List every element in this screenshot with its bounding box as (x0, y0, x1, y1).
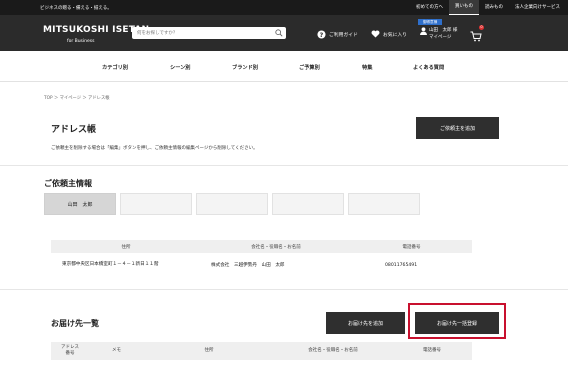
header-name: 会社名・役職名・お名前 (308, 348, 358, 353)
cart-button[interactable]: 0 (470, 25, 484, 42)
client-address: 東京都中央区日本橋室町１－４－１新日１１階 (62, 261, 159, 267)
main-nav: カテゴリ別 シーン別 ブランド別 ご予算別 特集 よくある質問 (0, 51, 568, 82)
search-icon[interactable] (275, 29, 283, 37)
client-tab-1[interactable]: 山田 太郎 (44, 193, 116, 215)
table-row: 東京都中央区日本橋室町１－４－１新日１１階 株式会社 三越伊勢丹 山田 太郎 0… (51, 253, 472, 277)
user-menu[interactable]: 御得意様 山田 太郎 様 マイページ (418, 19, 464, 47)
nav-feature[interactable]: 特集 (362, 64, 372, 71)
svg-text:?: ? (320, 32, 324, 39)
client-name: 株式会社 三越伊勢丹 山田 太郎 (211, 263, 285, 268)
breadcrumb[interactable]: TOP ＞ マイページ ＞ アドレス帳 (44, 95, 110, 101)
client-table-header: 住所 会社名・役職名・お名前 電話番号 (51, 240, 472, 253)
top-link-corporate-services[interactable]: 法人企業向けサービス (509, 0, 568, 15)
top-utility-bar: ビジネスの贈る・備える・揃える。 初めての方へ 買いもの 読みもの 法人企業向け… (0, 0, 568, 16)
client-phone: 08011765491 (385, 262, 418, 268)
favorites-label: お気に入り (383, 32, 407, 38)
site-header: MITSUKOSHI ISETAN for Business 何をお探しですか？… (0, 15, 568, 51)
add-destination-button[interactable]: お届け先を追加 (326, 312, 405, 334)
highlight-box (408, 303, 506, 339)
cart-count-badge: 0 (479, 25, 484, 30)
header-address-number: アドレス 番号 (61, 345, 79, 356)
nav-scene[interactable]: シーン別 (170, 64, 191, 71)
header-address: 住所 (204, 348, 214, 353)
top-links: 初めての方へ 買いもの 読みもの 法人企業向けサービス (410, 0, 568, 16)
add-client-button[interactable]: ご依頼主を追加 (416, 117, 499, 139)
help-icon: ? (317, 30, 326, 39)
client-tab-4[interactable] (272, 193, 344, 215)
address-book-description: ご依頼主を削除する場合は「編集」ボタンを押し、ご依頼主情報の編集ページから削除し… (51, 146, 258, 151)
guide-label: ご利用ガイド (329, 33, 358, 38)
client-tabs: 山田 太郎 (44, 193, 424, 215)
client-tab-5[interactable] (348, 193, 420, 215)
top-link-reading[interactable]: 読みもの (479, 0, 509, 15)
client-tab-2[interactable] (120, 193, 192, 215)
section-divider (0, 165, 568, 166)
header-address: 住所 (121, 244, 131, 250)
member-badge: 御得意様 (418, 19, 442, 25)
section-divider (0, 289, 568, 290)
search-placeholder: 何をお探しですか？ (137, 31, 178, 36)
user-name: 山田 太郎 様 (429, 28, 458, 33)
header-phone: 電話番号 (423, 348, 441, 353)
cart-icon (470, 31, 482, 42)
top-link-shopping[interactable]: 買いもの (449, 0, 479, 16)
favorites-link[interactable]: お気に入り (371, 30, 407, 38)
client-info-title: ご依頼主情報 (44, 179, 92, 188)
client-table: 住所 会社名・役職名・お名前 電話番号 東京都中央区日本橋室町１－４－１新日１１… (51, 240, 472, 277)
destinations-table-header: アドレス 番号 メモ 住所 会社名・役職名・お名前 電話番号 (51, 342, 472, 360)
heart-icon (371, 30, 380, 38)
site-logo-subtitle: for Business (67, 39, 95, 44)
client-tab-3[interactable] (196, 193, 268, 215)
page-title: アドレス帳 (51, 125, 97, 135)
header-phone: 電話番号 (402, 244, 421, 250)
nav-brand[interactable]: ブランド別 (232, 64, 258, 71)
header-memo: メモ (112, 348, 121, 353)
search-input[interactable]: 何をお探しですか？ (132, 27, 286, 39)
nav-budget[interactable]: ご予算別 (299, 64, 320, 71)
mypage-link[interactable]: マイページ (429, 34, 451, 40)
top-link-first-time[interactable]: 初めての方へ (410, 0, 449, 15)
nav-faq[interactable]: よくある質問 (413, 64, 444, 71)
nav-category[interactable]: カテゴリ別 (102, 64, 128, 71)
tagline: ビジネスの贈る・備える・揃える。 (40, 6, 112, 11)
user-icon (420, 27, 427, 35)
header-name: 会社名・役職名・お名前 (251, 244, 301, 250)
destinations-title: お届け先一覧 (51, 319, 99, 328)
guide-link[interactable]: ? ご利用ガイド (317, 30, 358, 39)
